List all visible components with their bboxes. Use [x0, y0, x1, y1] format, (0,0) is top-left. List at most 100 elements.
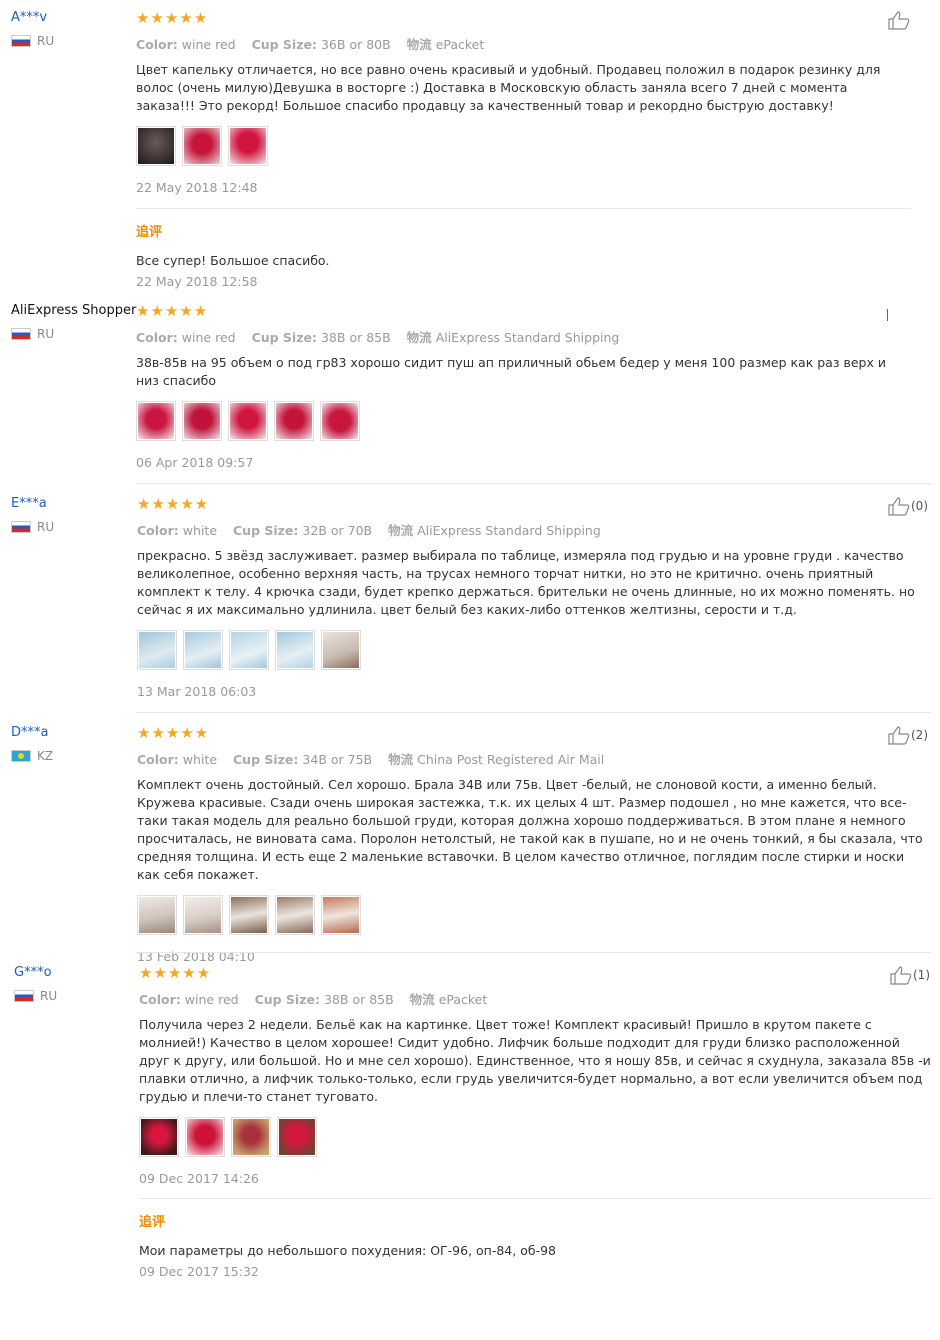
thumbs-up-icon	[888, 726, 910, 745]
size-value: 38B or 85B	[323, 992, 394, 1007]
photo-thumbnail[interactable]	[183, 895, 223, 935]
review-divider	[136, 483, 931, 484]
review-body: ★★★★★ Color: white Cup Size: 32B or 70B 物流…	[137, 496, 927, 699]
flag-icon	[14, 990, 34, 1002]
reviewer-name: AliExpress Shopper	[11, 303, 137, 318]
review-attributes: Color: wine red Cup Size: 38B or 85B 物流 ePa…	[139, 992, 488, 1007]
photo-thumbnail[interactable]	[229, 630, 269, 670]
review-photos	[136, 126, 926, 166]
review-body: ★★★★★ Color: wine red Cup Size: 36B or 80B…	[136, 10, 926, 289]
country-code: RU	[37, 327, 55, 341]
flag-icon	[11, 521, 31, 533]
photo-thumbnail[interactable]	[182, 401, 222, 441]
photo-thumbnail[interactable]	[228, 401, 268, 441]
review-divider	[136, 712, 931, 713]
photo-thumbnail[interactable]	[277, 1117, 317, 1157]
photo-thumbnail[interactable]	[321, 630, 361, 670]
star-rating: ★★★★★	[139, 964, 212, 982]
followup-text: Мои параметры до небольшого похудения: О…	[139, 1243, 556, 1258]
review-date: 09 Dec 2017 14:26	[139, 1171, 259, 1186]
shipping-value: ePacket	[438, 992, 488, 1007]
divider	[139, 1198, 931, 1199]
shipping-value: ePacket	[435, 37, 485, 52]
review-photos	[136, 401, 926, 441]
reviewer-country: RU	[11, 520, 54, 534]
country-code: KZ	[37, 749, 54, 763]
helpful-button[interactable]: (2)	[887, 725, 928, 745]
reviewer-name[interactable]: A***v	[11, 10, 47, 25]
helpful-count: (0)	[911, 499, 928, 513]
thumbs-up-icon	[888, 11, 910, 30]
shipping-value: China Post Registered Air Mail	[417, 752, 605, 767]
reviewer-name[interactable]: G***o	[14, 965, 52, 980]
photo-thumbnail[interactable]	[183, 630, 223, 670]
review-attributes: Color: wine red Cup Size: 36B or 80B 物流 ePa…	[136, 37, 485, 52]
reviewer-name[interactable]: D***a	[11, 725, 48, 740]
reviewer-country: RU	[14, 989, 57, 1003]
color-value: wine red	[181, 37, 236, 52]
star-rating: ★★★★★	[136, 9, 209, 27]
size-value: 36B or 80B	[320, 37, 391, 52]
reviewer-name[interactable]: E***a	[11, 496, 47, 511]
shipping-value: AliExpress Standard Shipping	[417, 523, 601, 538]
size-value: 34B or 75B	[302, 752, 373, 767]
star-rating: ★★★★★	[137, 724, 210, 742]
review-photos	[139, 1117, 929, 1157]
color-value: wine red	[181, 330, 236, 345]
review-attributes: Color: white Cup Size: 34B or 75B 物流 China …	[137, 752, 605, 767]
color-value: wine red	[184, 992, 239, 1007]
photo-thumbnail[interactable]	[182, 126, 222, 166]
followup-label: 追评	[139, 1215, 166, 1230]
divider	[136, 208, 911, 209]
helpful-button[interactable]	[887, 309, 888, 321]
photo-thumbnail[interactable]	[185, 1117, 225, 1157]
photo-thumbnail[interactable]	[229, 895, 269, 935]
photo-thumbnail[interactable]	[136, 401, 176, 441]
size-value: 32B or 70B	[302, 523, 373, 538]
helpful-button[interactable]: (1)	[889, 965, 930, 985]
helpful-count: (1)	[913, 968, 930, 982]
helpful-button[interactable]	[887, 10, 911, 30]
star-rating: ★★★★★	[137, 495, 210, 513]
photo-thumbnail[interactable]	[136, 126, 176, 166]
review-photos	[137, 895, 927, 935]
review-text: Цвет капельку отличается, но все равно о…	[136, 62, 881, 113]
photo-thumbnail[interactable]	[274, 401, 314, 441]
country-code: RU	[37, 34, 55, 48]
country-code: RU	[40, 989, 58, 1003]
flag-icon	[11, 35, 31, 47]
review-date: 06 Apr 2018 09:57	[136, 455, 254, 470]
review-body: ★★★★★ Color: wine red Cup Size: 38B or 85B…	[139, 964, 931, 1279]
flag-icon	[11, 750, 31, 762]
photo-thumbnail[interactable]	[139, 1117, 179, 1157]
thumbs-up-icon	[890, 966, 912, 985]
photo-thumbnail[interactable]	[228, 126, 268, 166]
reviewer-country: KZ	[11, 749, 53, 763]
review-text: Получила через 2 недели. Бельё как на ка…	[139, 1017, 931, 1104]
followup-date: 09 Dec 2017 15:32	[139, 1264, 259, 1279]
photo-thumbnail[interactable]	[231, 1117, 271, 1157]
review-divider	[136, 952, 931, 953]
review-attributes: Color: white Cup Size: 32B or 70B 物流 AliExp…	[137, 523, 601, 538]
flag-icon	[11, 328, 31, 340]
followup-text: Все супер! Большое спасибо.	[136, 253, 330, 268]
reviewer-country: RU	[11, 34, 54, 48]
country-code: RU	[37, 520, 55, 534]
photo-thumbnail[interactable]	[321, 895, 361, 935]
helpful-count: (2)	[911, 728, 928, 742]
photo-thumbnail[interactable]	[275, 895, 315, 935]
photo-thumbnail[interactable]	[137, 895, 177, 935]
photo-thumbnail[interactable]	[320, 401, 360, 441]
review-body: ★★★★★ Color: wine red Cup Size: 38B or 85B…	[136, 303, 926, 470]
followup-label: 追评	[136, 225, 163, 240]
star-rating: ★★★★★	[136, 302, 209, 320]
shipping-value: AliExpress Standard Shipping	[435, 330, 620, 345]
photo-thumbnail[interactable]	[275, 630, 315, 670]
review-text: прекрасно. 5 звёзд заслуживает. размер в…	[137, 548, 915, 617]
review-attributes: Color: wine red Cup Size: 38B or 85B 物流 Ali…	[136, 330, 620, 345]
thumbs-up-icon	[888, 497, 910, 516]
followup-date: 22 May 2018 12:58	[136, 274, 258, 289]
helpful-button[interactable]: (0)	[887, 496, 928, 516]
photo-thumbnail[interactable]	[137, 630, 177, 670]
color-value: white	[182, 523, 218, 538]
